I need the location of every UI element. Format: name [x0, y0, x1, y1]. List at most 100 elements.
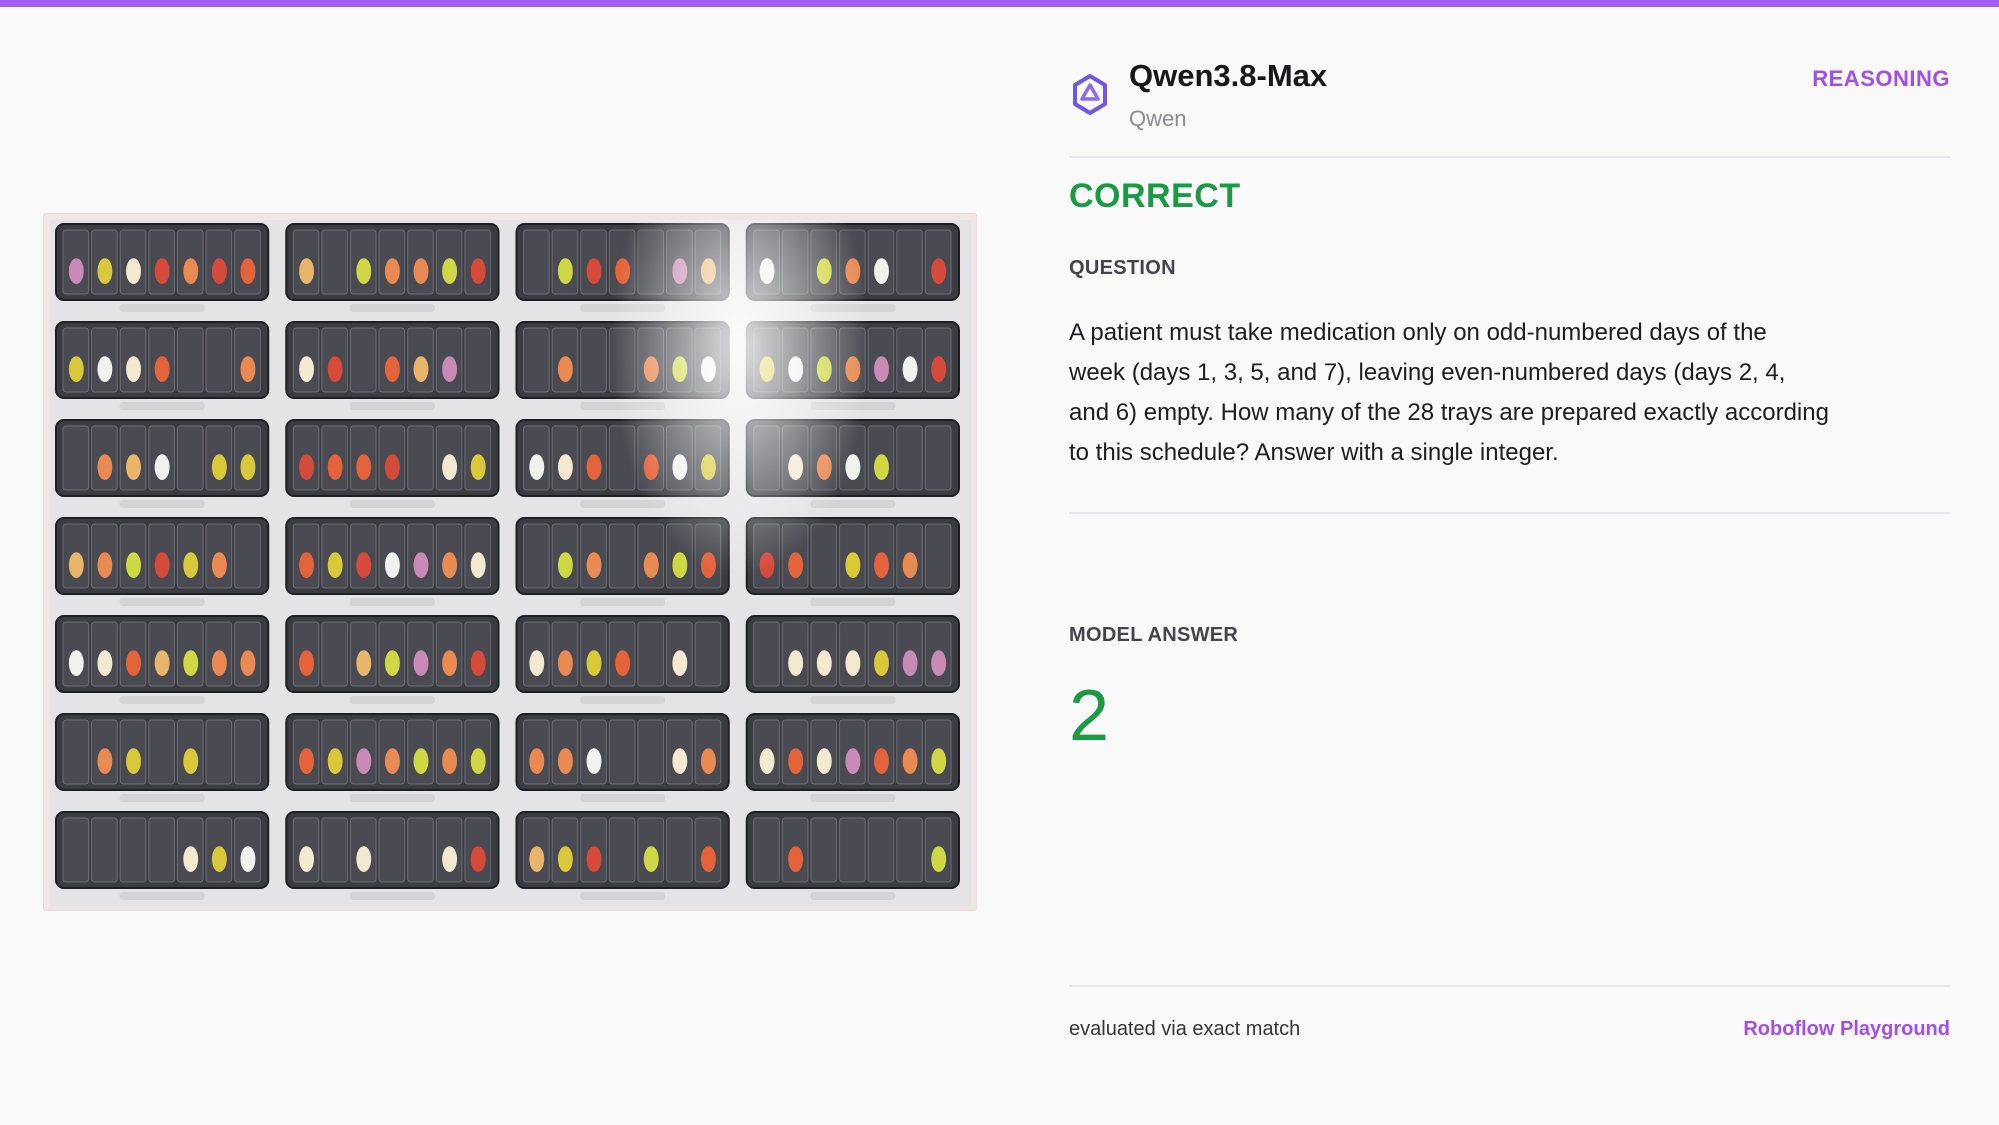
tray-compartment	[694, 621, 722, 687]
pill	[240, 356, 256, 383]
pill	[529, 650, 545, 677]
pill	[902, 356, 918, 383]
pill	[154, 258, 170, 285]
pill	[299, 846, 314, 873]
tray-tab	[119, 892, 205, 900]
pill	[557, 846, 573, 873]
pill	[470, 454, 486, 481]
pill	[413, 258, 429, 285]
pill	[615, 650, 631, 677]
pill	[470, 846, 486, 873]
pill	[529, 846, 545, 873]
tray-compartment	[176, 425, 204, 491]
pill	[384, 748, 400, 775]
pill	[299, 748, 314, 775]
tray-tab	[349, 304, 435, 312]
tray-compartment	[523, 523, 550, 589]
pill	[672, 650, 688, 677]
tray-compartment	[349, 327, 377, 393]
pill	[126, 748, 141, 775]
pill	[154, 356, 170, 383]
pill	[874, 748, 889, 775]
tray-compartment	[62, 425, 90, 491]
tray-tab	[810, 794, 896, 802]
tray-tab	[580, 892, 666, 900]
tray-compartment	[924, 523, 952, 589]
question-label: QUESTION	[1069, 257, 1176, 279]
pill	[586, 552, 602, 579]
pill	[299, 650, 314, 677]
pill	[672, 748, 688, 775]
pill	[384, 552, 400, 579]
tray-compartment	[637, 621, 665, 687]
pill	[643, 454, 659, 481]
roboflow-playground-link[interactable]: Roboflow Playground	[1743, 1018, 1950, 1041]
pill	[557, 650, 573, 677]
pill	[384, 258, 400, 285]
tray-tab	[119, 304, 205, 312]
tray-tab	[810, 500, 896, 508]
pill	[902, 552, 918, 579]
pill	[154, 552, 170, 579]
tray-compartment	[148, 719, 175, 785]
tray-compartment	[753, 621, 780, 687]
tray-compartment	[753, 425, 780, 491]
pill	[442, 748, 458, 775]
tray-compartment	[608, 327, 636, 393]
reasoning-badge: REASONING	[1812, 66, 1950, 91]
pill	[126, 356, 141, 383]
tray-tab	[580, 696, 666, 704]
pill	[931, 748, 947, 775]
pill	[470, 258, 486, 285]
pill	[788, 454, 804, 481]
pill	[557, 258, 573, 285]
pill	[126, 552, 141, 579]
pill	[97, 748, 113, 775]
pill	[874, 454, 889, 481]
pill	[211, 258, 227, 285]
pill	[557, 552, 573, 579]
qwen-logo-icon	[1073, 74, 1107, 115]
pill	[586, 650, 602, 677]
pill	[672, 552, 688, 579]
pill	[211, 846, 227, 873]
pill	[183, 650, 199, 677]
pill	[442, 258, 458, 285]
pill	[211, 650, 227, 677]
pill	[586, 454, 602, 481]
tray-compartment	[62, 817, 90, 883]
pill	[931, 846, 947, 873]
pill	[240, 454, 256, 481]
pill	[97, 356, 113, 383]
pill	[701, 356, 716, 383]
pill	[68, 650, 84, 677]
pill	[97, 552, 113, 579]
tray-tab	[580, 794, 666, 802]
pill	[68, 258, 84, 285]
pill	[97, 650, 113, 677]
pill	[557, 454, 573, 481]
pill	[586, 846, 602, 873]
divider	[1069, 512, 1950, 514]
tray-compartment	[176, 327, 204, 393]
pill	[931, 258, 947, 285]
tray-tab	[349, 500, 435, 508]
pill	[470, 748, 486, 775]
pill	[97, 454, 113, 481]
tray-compartment	[810, 523, 838, 589]
pill	[240, 650, 256, 677]
tray-tab	[119, 402, 205, 410]
tray-tab	[580, 402, 666, 410]
tray-tab	[810, 892, 896, 900]
pill	[672, 356, 688, 383]
tray-compartment	[637, 719, 665, 785]
pill	[701, 258, 716, 285]
tray-tab	[810, 402, 896, 410]
question-text: A patient must take medication only on o…	[1069, 319, 1829, 466]
pill	[126, 258, 141, 285]
tray-tab	[349, 696, 435, 704]
pill	[874, 258, 889, 285]
pill	[442, 356, 458, 383]
tray-compartment	[753, 817, 780, 883]
pill-trays-graphic	[55, 223, 960, 900]
